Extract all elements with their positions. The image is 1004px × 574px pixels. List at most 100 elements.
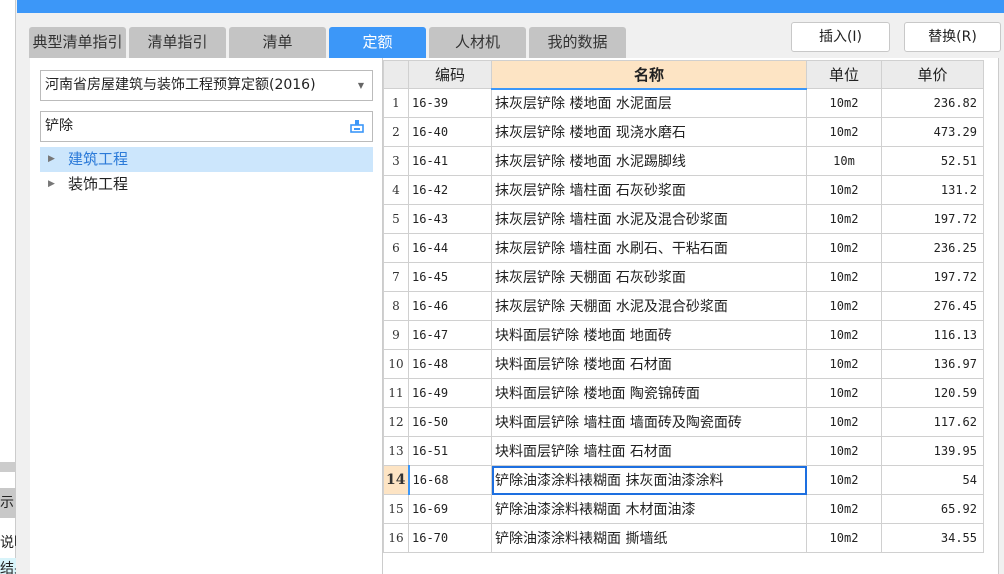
cell-unit[interactable]: 10m2 <box>806 436 882 466</box>
cell-unit[interactable]: 10m2 <box>806 117 882 147</box>
cell-name[interactable]: 抹灰层铲除 墙柱面 水泥及混合砂浆面 <box>491 204 807 234</box>
row-number[interactable]: 10 <box>383 349 409 379</box>
cell-code[interactable]: 16-51 <box>408 436 492 466</box>
cell-name[interactable]: 抹灰层铲除 楼地面 现浇水磨石 <box>491 117 807 147</box>
tab-3[interactable]: 定额 <box>329 27 426 58</box>
cell-price[interactable]: 54 <box>881 465 984 495</box>
row-number[interactable]: 8 <box>383 291 409 321</box>
cell-code[interactable]: 16-41 <box>408 146 492 176</box>
row-number[interactable]: 11 <box>383 378 409 408</box>
table-row[interactable]: 4 16-42 抹灰层铲除 墙柱面 石灰砂浆面 10m2 131.2 <box>383 175 984 205</box>
cell-price[interactable]: 236.82 <box>881 88 984 118</box>
cell-name[interactable]: 铲除油漆涂料裱糊面 撕墙纸 <box>491 523 807 553</box>
cell-price[interactable]: 52.51 <box>881 146 984 176</box>
header-name[interactable]: 名称 <box>491 60 807 90</box>
row-number[interactable]: 4 <box>383 175 409 205</box>
cell-code[interactable]: 16-40 <box>408 117 492 147</box>
tree-item-decoration[interactable]: ▶ 装饰工程 <box>40 172 373 197</box>
row-number[interactable]: 16 <box>383 523 409 553</box>
cell-unit[interactable]: 10m <box>806 146 882 176</box>
cell-name[interactable]: 块料面层铲除 墙柱面 墙面砖及陶瓷面砖 <box>491 407 807 437</box>
table-row[interactable]: 2 16-40 抹灰层铲除 楼地面 现浇水磨石 10m2 473.29 <box>383 117 984 147</box>
table-row[interactable]: 7 16-45 抹灰层铲除 天棚面 石灰砂浆面 10m2 197.72 <box>383 262 984 292</box>
cell-price[interactable]: 65.92 <box>881 494 984 524</box>
cell-name[interactable]: 抹灰层铲除 天棚面 石灰砂浆面 <box>491 262 807 292</box>
cell-code[interactable]: 16-46 <box>408 291 492 321</box>
row-number[interactable]: 15 <box>383 494 409 524</box>
cell-unit[interactable]: 10m2 <box>806 291 882 321</box>
table-row[interactable]: 14 16-68 铲除油漆涂料裱糊面 抹灰面油漆涂料 10m2 54 <box>383 465 984 495</box>
cell-name[interactable]: 抹灰层铲除 楼地面 水泥踢脚线 <box>491 146 807 176</box>
cell-code[interactable]: 16-48 <box>408 349 492 379</box>
cell-name[interactable]: 铲除油漆涂料裱糊面 木材面油漆 <box>491 494 807 524</box>
cell-unit[interactable]: 10m2 <box>806 233 882 263</box>
table-row[interactable]: 16 16-70 铲除油漆涂料裱糊面 撕墙纸 10m2 34.55 <box>383 523 984 553</box>
table-row[interactable]: 1 16-39 抹灰层铲除 楼地面 水泥面层 10m2 236.82 <box>383 88 984 118</box>
row-number[interactable]: 7 <box>383 262 409 292</box>
cell-price[interactable]: 139.95 <box>881 436 984 466</box>
cell-code[interactable]: 16-44 <box>408 233 492 263</box>
cell-price[interactable]: 34.55 <box>881 523 984 553</box>
cell-name[interactable]: 块料面层铲除 楼地面 地面砖 <box>491 320 807 350</box>
table-row[interactable]: 10 16-48 块料面层铲除 楼地面 石材面 10m2 136.97 <box>383 349 984 379</box>
cell-code[interactable]: 16-42 <box>408 175 492 205</box>
cell-unit[interactable]: 10m2 <box>806 349 882 379</box>
header-price[interactable]: 单价 <box>881 60 984 89</box>
table-row[interactable]: 8 16-46 抹灰层铲除 天棚面 水泥及混合砂浆面 10m2 276.45 <box>383 291 984 321</box>
row-number[interactable]: 12 <box>383 407 409 437</box>
cell-name[interactable]: 抹灰层铲除 墙柱面 石灰砂浆面 <box>491 175 807 205</box>
search-input[interactable]: 铲除 <box>40 111 373 142</box>
cell-unit[interactable]: 10m2 <box>806 320 882 350</box>
cell-unit[interactable]: 10m2 <box>806 465 882 495</box>
table-row[interactable]: 11 16-49 块料面层铲除 楼地面 陶瓷锦砖面 10m2 120.59 <box>383 378 984 408</box>
cell-price[interactable]: 116.13 <box>881 320 984 350</box>
cell-code[interactable]: 16-47 <box>408 320 492 350</box>
cell-name[interactable]: 抹灰层铲除 楼地面 水泥面层 <box>491 88 807 118</box>
cell-code[interactable]: 16-45 <box>408 262 492 292</box>
search-icon[interactable] <box>350 119 364 133</box>
cell-price[interactable]: 197.72 <box>881 262 984 292</box>
table-row[interactable]: 12 16-50 块料面层铲除 墙柱面 墙面砖及陶瓷面砖 10m2 117.62 <box>383 407 984 437</box>
cell-code[interactable]: 16-49 <box>408 378 492 408</box>
cell-code[interactable]: 16-39 <box>408 88 492 118</box>
cell-code[interactable]: 16-43 <box>408 204 492 234</box>
cell-price[interactable]: 276.45 <box>881 291 984 321</box>
tab-0[interactable]: 典型清单指引 <box>29 27 126 58</box>
cell-unit[interactable]: 10m2 <box>806 262 882 292</box>
insert-button[interactable]: 插入(I) <box>791 22 890 52</box>
cell-code[interactable]: 16-68 <box>408 465 492 495</box>
table-row[interactable]: 9 16-47 块料面层铲除 楼地面 地面砖 10m2 116.13 <box>383 320 984 350</box>
header-unit[interactable]: 单位 <box>806 60 882 89</box>
row-number[interactable]: 9 <box>383 320 409 350</box>
tree-item-building[interactable]: ▶ 建筑工程 <box>40 147 373 172</box>
cell-price[interactable]: 117.62 <box>881 407 984 437</box>
table-row[interactable]: 15 16-69 铲除油漆涂料裱糊面 木材面油漆 10m2 65.92 <box>383 494 984 524</box>
cell-price[interactable]: 236.25 <box>881 233 984 263</box>
tab-5[interactable]: 我的数据 <box>529 27 626 58</box>
cell-name[interactable]: 块料面层铲除 楼地面 石材面 <box>491 349 807 379</box>
cell-unit[interactable]: 10m2 <box>806 204 882 234</box>
expand-arrow-icon[interactable]: ▶ <box>48 172 55 197</box>
cell-unit[interactable]: 10m2 <box>806 88 882 118</box>
cell-price[interactable]: 473.29 <box>881 117 984 147</box>
row-number[interactable]: 1 <box>383 88 409 118</box>
tab-4[interactable]: 人材机 <box>429 27 526 58</box>
row-number[interactable]: 14 <box>383 465 410 495</box>
row-number[interactable]: 2 <box>383 117 409 147</box>
cell-unit[interactable]: 10m2 <box>806 407 882 437</box>
table-row[interactable]: 13 16-51 块料面层铲除 墙柱面 石材面 10m2 139.95 <box>383 436 984 466</box>
header-code[interactable]: 编码 <box>408 60 492 89</box>
row-number[interactable]: 3 <box>383 146 409 176</box>
cell-code[interactable]: 16-50 <box>408 407 492 437</box>
cell-price[interactable]: 131.2 <box>881 175 984 205</box>
tab-2[interactable]: 清单 <box>229 27 326 58</box>
title-bar[interactable] <box>17 0 1004 13</box>
cell-price[interactable]: 120.59 <box>881 378 984 408</box>
chevron-down-icon[interactable]: ▼ <box>358 71 364 100</box>
cell-code[interactable]: 16-69 <box>408 494 492 524</box>
cell-price[interactable]: 136.97 <box>881 349 984 379</box>
cell-name[interactable]: 铲除油漆涂料裱糊面 抹灰面油漆涂料 <box>491 465 807 495</box>
cell-code[interactable]: 16-70 <box>408 523 492 553</box>
cell-unit[interactable]: 10m2 <box>806 494 882 524</box>
cell-name[interactable]: 抹灰层铲除 天棚面 水泥及混合砂浆面 <box>491 291 807 321</box>
